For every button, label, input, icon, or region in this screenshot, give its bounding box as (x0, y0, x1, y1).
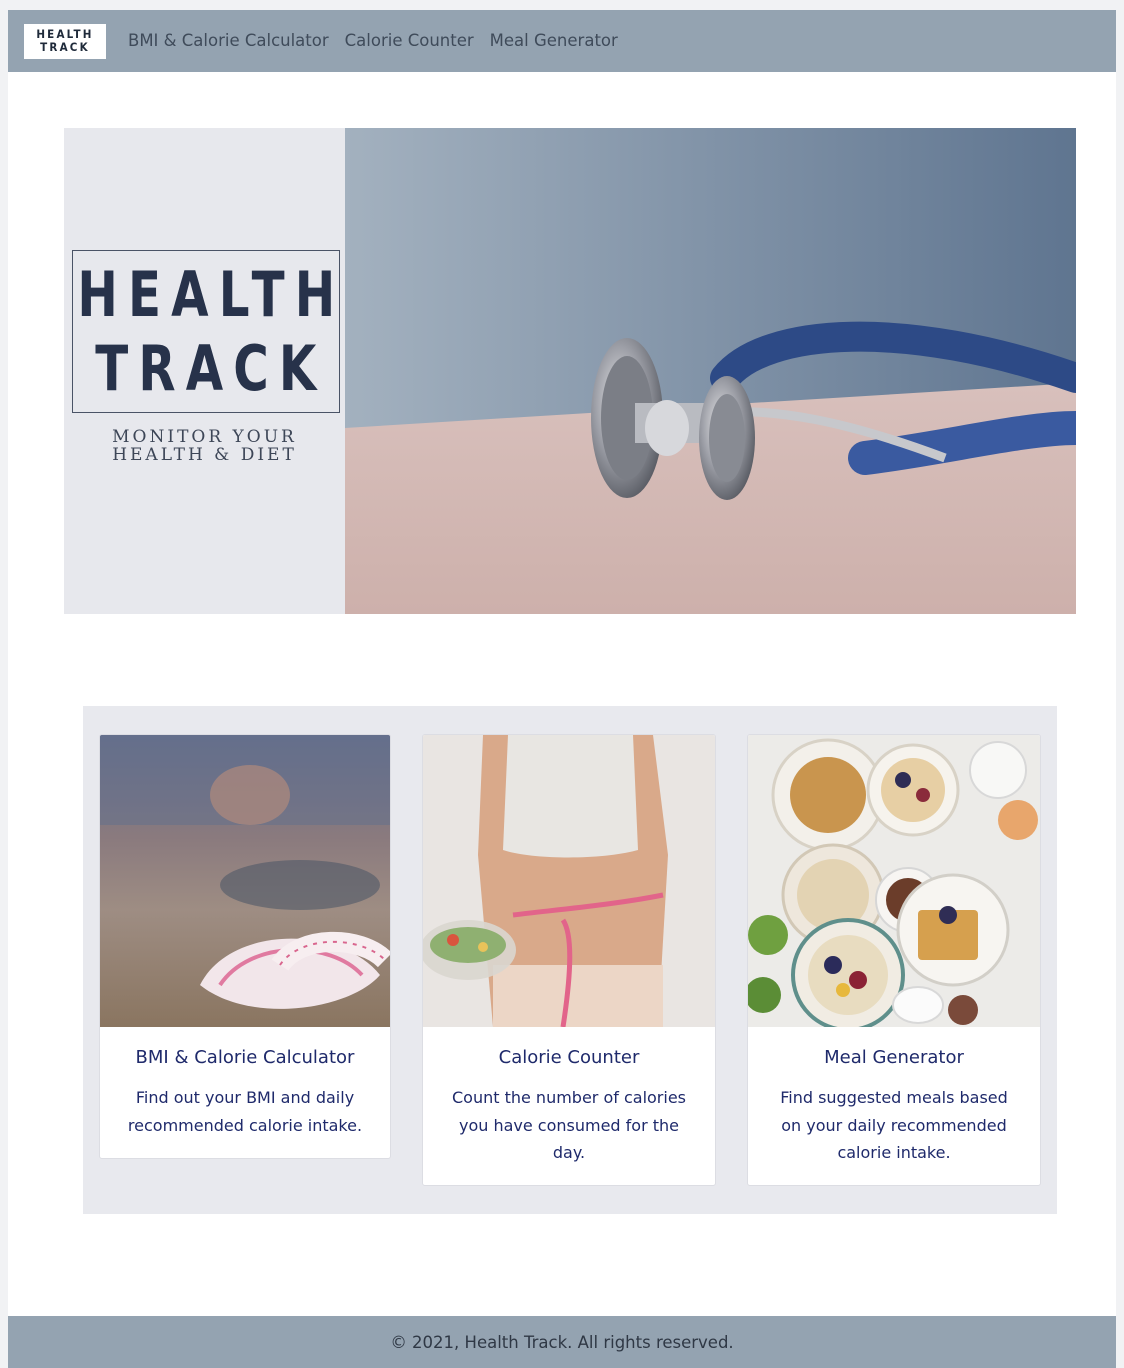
features-section: BMI & Calorie Calculator Find out your B… (83, 706, 1057, 1214)
woman-salad-photo (423, 735, 715, 1027)
nav-links: BMI & Calorie Calculator Calorie Counter… (120, 10, 626, 72)
nav-logo[interactable]: HEALTH TRACK (24, 23, 106, 59)
footer: © 2021, Health Track. All rights reserve… (8, 1316, 1116, 1368)
breakfast-spread-photo (748, 735, 1040, 1027)
nav-link-bmi-calculator[interactable]: BMI & Calorie Calculator (120, 10, 337, 72)
card-calorie-title: Calorie Counter (498, 1047, 640, 1068)
hero-tagline: MONITOR YOUR HEALTH & DIET (64, 428, 345, 464)
card-calorie-counter[interactable]: Calorie Counter Count the number of calo… (422, 734, 716, 1186)
hero-logo-line1: HEALTH (77, 257, 346, 331)
card-bmi-title: BMI & Calorie Calculator (135, 1047, 355, 1068)
hero-banner: HEALTH TRACK MONITOR YOUR HEALTH & DIET (64, 128, 1076, 614)
card-meal-title: Meal Generator (824, 1047, 964, 1068)
scale-tape-measure-photo (100, 735, 390, 1027)
hero-brand-panel: HEALTH TRACK MONITOR YOUR HEALTH & DIET (64, 128, 345, 614)
card-bmi-image (100, 735, 390, 1027)
hero-tagline-line1: MONITOR YOUR (112, 427, 297, 447)
card-calorie-image (423, 735, 715, 1027)
hero-logo-line2: TRACK (95, 331, 327, 405)
card-meal-generator[interactable]: Meal Generator Find suggested meals base… (747, 734, 1041, 1186)
navbar: HEALTH TRACK BMI & Calorie Calculator Ca… (8, 10, 1116, 72)
card-bmi-calculator[interactable]: BMI & Calorie Calculator Find out your B… (99, 734, 391, 1159)
page: HEALTH TRACK BMI & Calorie Calculator Ca… (8, 10, 1116, 1368)
hero-tagline-line2: HEALTH & DIET (112, 445, 297, 465)
card-meal-description: Find suggested meals based on your daily… (780, 1088, 1008, 1162)
card-meal-image (748, 735, 1040, 1027)
nav-link-meal-generator[interactable]: Meal Generator (482, 10, 626, 72)
card-bmi-description: Find out your BMI and daily recommended … (127, 1088, 363, 1135)
stethoscope-illustration (345, 128, 1076, 614)
hero-logo-frame: HEALTH TRACK (72, 250, 340, 413)
card-calorie-description: Count the number of calories you have co… (451, 1088, 687, 1162)
nav-link-calorie-counter[interactable]: Calorie Counter (337, 10, 482, 72)
nav-logo-line2: TRACK (40, 40, 90, 54)
footer-copyright: © 2021, Health Track. All rights reserve… (390, 1332, 734, 1352)
hero-stethoscope-image (345, 128, 1076, 614)
